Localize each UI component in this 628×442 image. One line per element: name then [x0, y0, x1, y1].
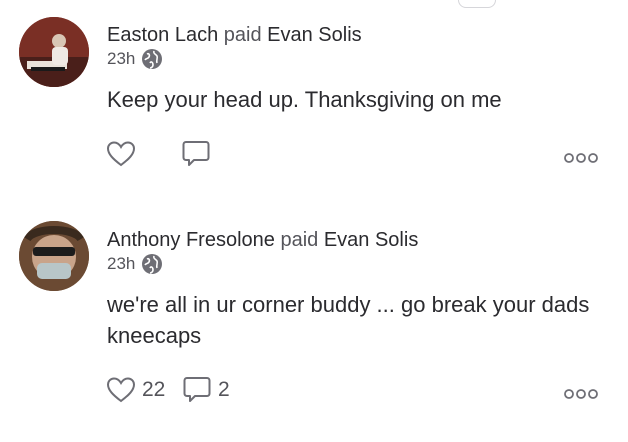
recipient-name[interactable]: Evan Solis — [267, 24, 362, 46]
like-button[interactable]: 22 — [106, 375, 165, 405]
feed-item: Anthony Fresolone paid Evan Solis 23h we… — [0, 205, 628, 405]
post-meta: 23h — [107, 253, 163, 275]
like-count: 22 — [142, 378, 166, 401]
more-options-button[interactable] — [564, 143, 598, 173]
action-bar: 22 2 — [106, 375, 606, 405]
recipient-name[interactable]: Evan Solis — [324, 229, 419, 251]
payment-note: Keep your head up. Thanksgiving on me — [107, 87, 502, 112]
feed-item: Easton Lach paid Evan Solis 23h Keep you… — [0, 0, 628, 200]
more-icon — [564, 152, 598, 164]
heart-icon — [106, 376, 136, 404]
more-icon — [564, 388, 598, 400]
comment-icon — [181, 139, 211, 169]
comment-icon — [182, 375, 212, 405]
globe-icon — [141, 253, 163, 275]
comment-button[interactable] — [181, 139, 217, 169]
payment-header: Anthony Fresolone paid Evan Solis — [107, 228, 418, 252]
payment-verb: paid — [223, 24, 262, 46]
sender-name[interactable]: Anthony Fresolone — [107, 229, 275, 251]
sender-name[interactable]: Easton Lach — [107, 24, 218, 46]
payment-note: we're all in ur corner buddy ... go brea… — [107, 292, 590, 348]
comment-count: 2 — [218, 378, 230, 401]
avatar[interactable] — [19, 17, 89, 87]
timestamp: 23h — [107, 49, 136, 68]
post-meta: 23h — [107, 48, 163, 70]
timestamp: 23h — [107, 254, 136, 273]
comment-button[interactable]: 2 — [182, 375, 230, 405]
avatar[interactable] — [19, 221, 89, 291]
more-options-button[interactable] — [564, 379, 598, 409]
like-button[interactable] — [106, 139, 142, 169]
payment-verb: paid — [280, 229, 319, 251]
action-bar — [106, 139, 606, 169]
payment-header: Easton Lach paid Evan Solis — [107, 23, 362, 47]
heart-icon — [106, 140, 136, 168]
globe-icon — [141, 48, 163, 70]
